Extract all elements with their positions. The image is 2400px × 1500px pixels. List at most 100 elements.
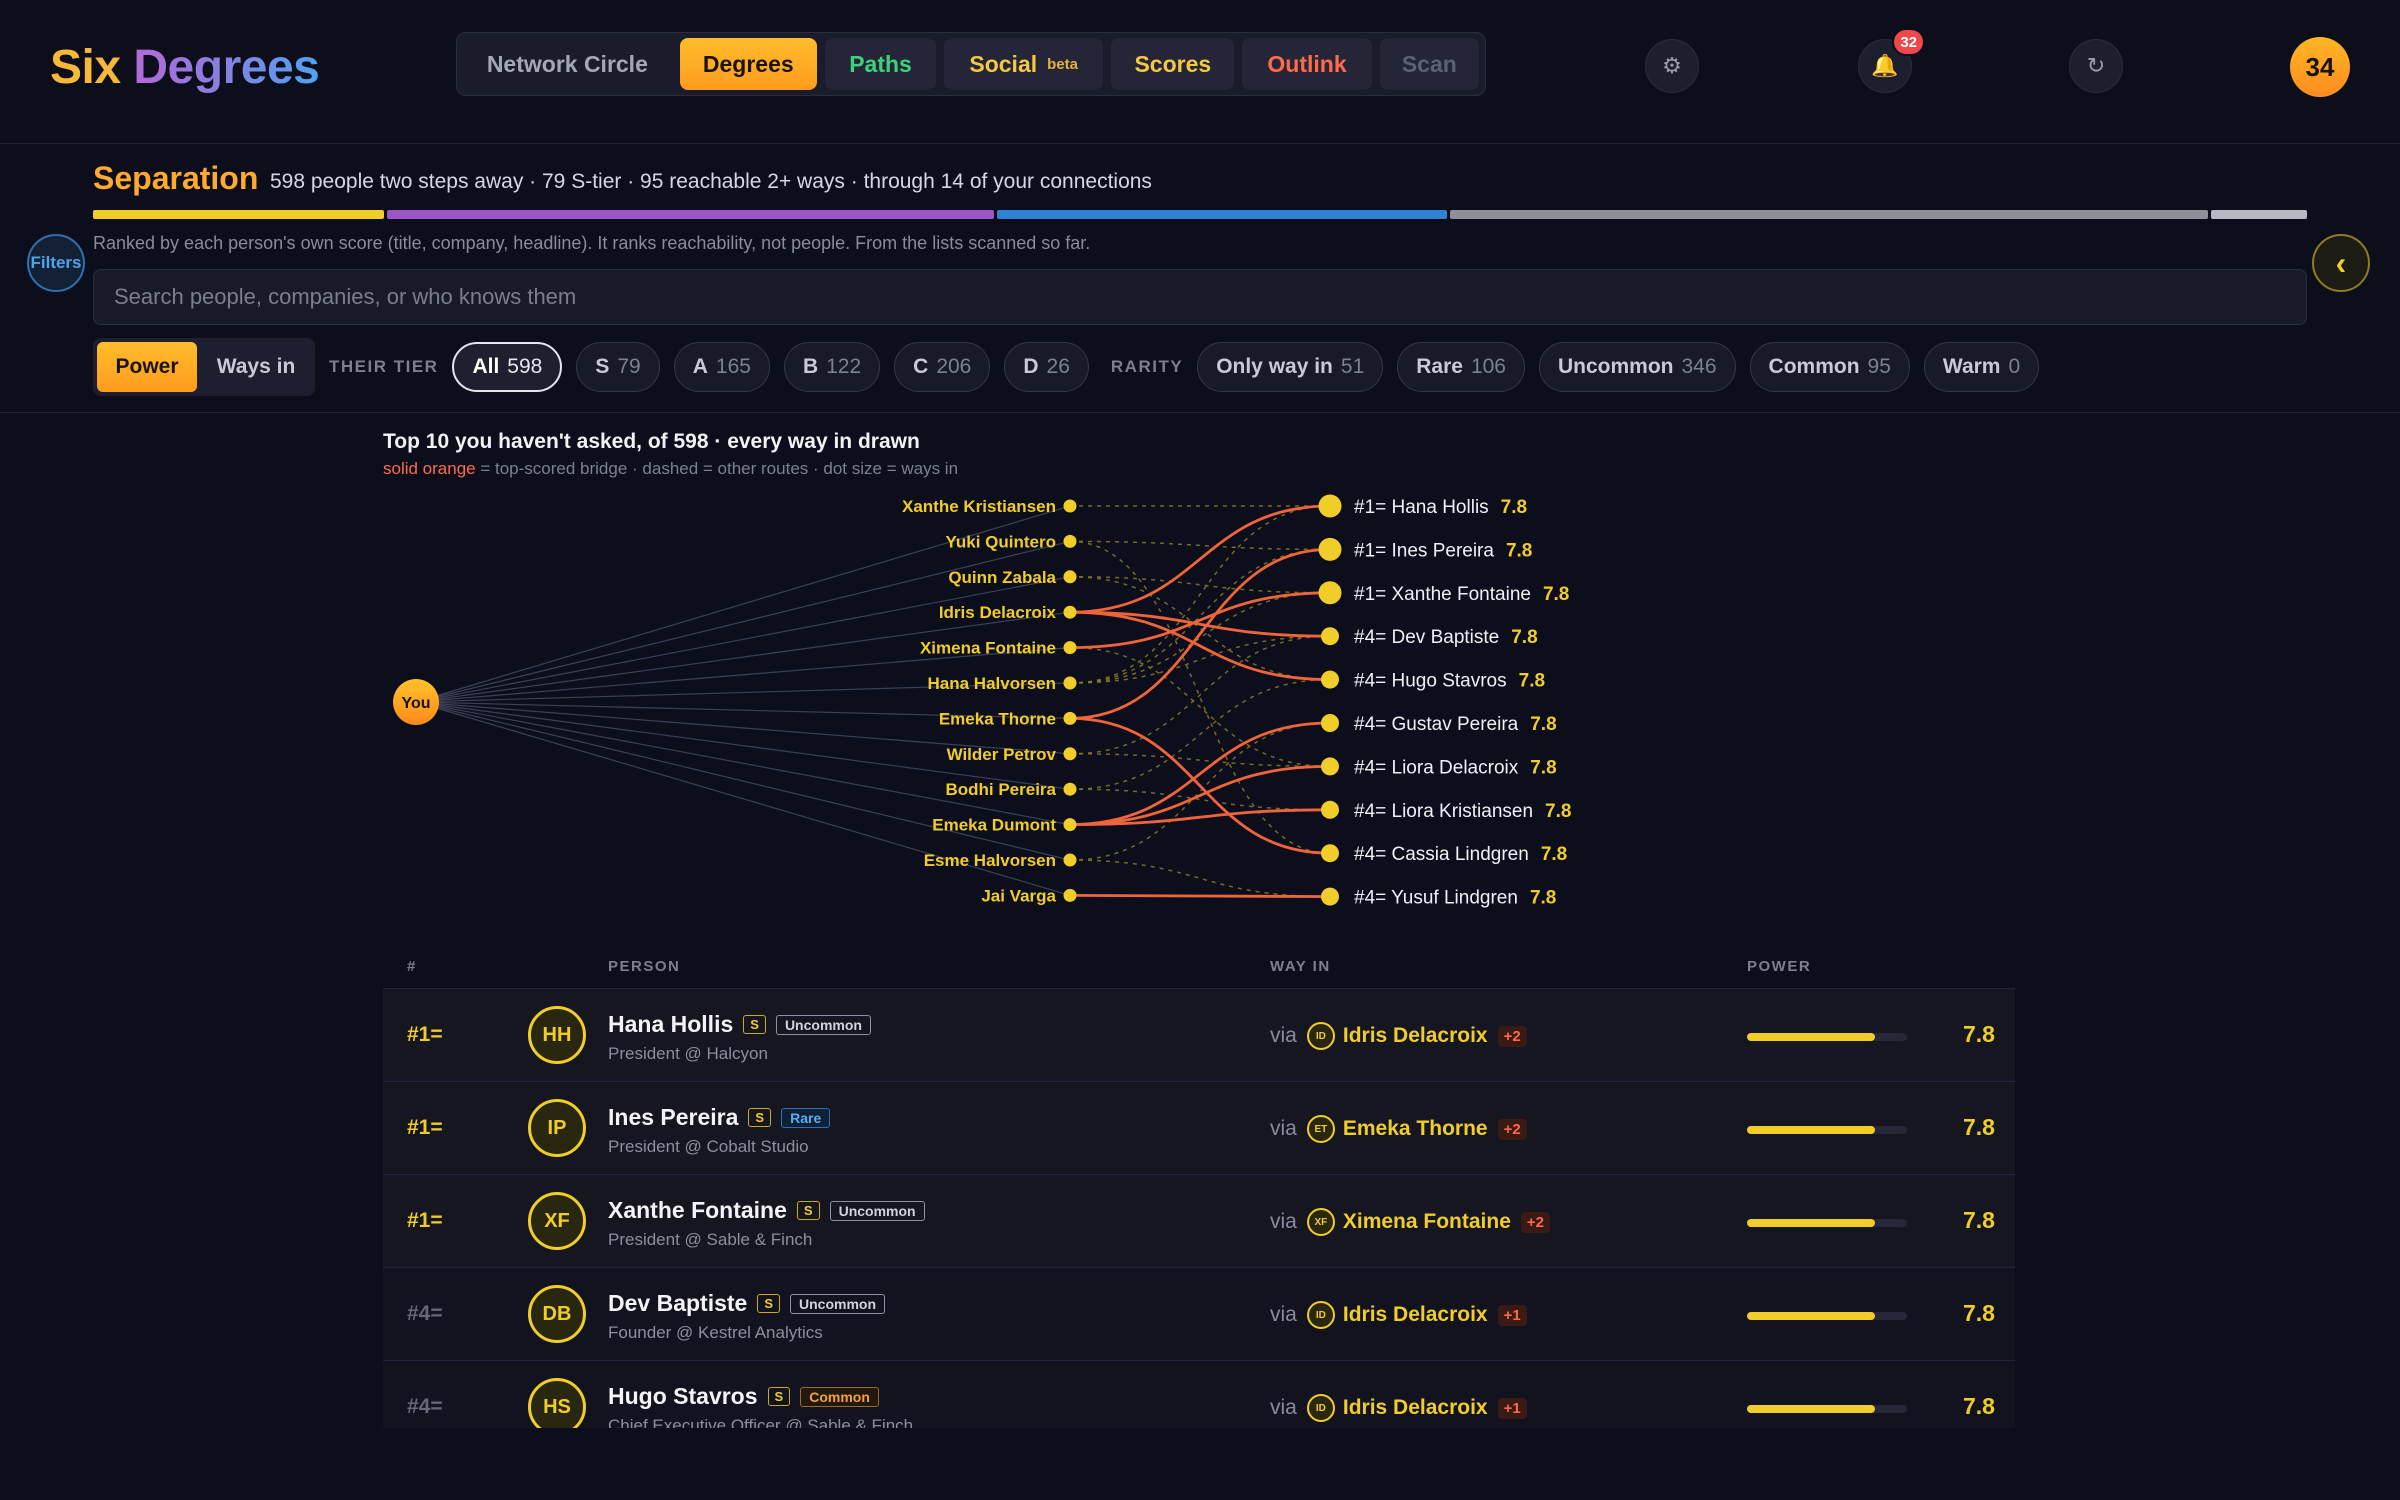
nav-tab-network-circle[interactable]: Network Circle xyxy=(463,38,672,90)
avatar[interactable]: DB xyxy=(528,1285,586,1343)
tier-badge: S xyxy=(743,1015,766,1034)
rarity-filter-chips: Only way in 51 Rare 106 Uncommon 346 Common 95 W… xyxy=(1197,342,2053,392)
tier-chip-b[interactable]: B 122 xyxy=(783,342,881,392)
avatar[interactable]: IP xyxy=(528,1099,586,1157)
collapse-panel-button[interactable]: ‹ xyxy=(2312,234,2370,292)
extra-ways-badge[interactable]: +1 xyxy=(1497,1304,1527,1326)
bridge-avatar: ID xyxy=(1306,1394,1335,1422)
nav-tab-degrees[interactable]: Degrees xyxy=(679,38,817,90)
app-logo[interactable]: Six Degrees xyxy=(50,40,320,95)
table-header: # PERSON WAY IN POWER xyxy=(383,954,2015,988)
filters-button[interactable]: Filters xyxy=(27,234,85,292)
target-label: #4= Gustav Pereira 7.8 xyxy=(1354,714,1557,735)
target-node xyxy=(1318,494,1342,518)
refresh-button[interactable]: ↻ xyxy=(2069,39,2123,93)
nav-tab-social[interactable]: Social beta xyxy=(944,38,1104,90)
beta-badge: beta xyxy=(1047,55,1078,73)
via-label: via xyxy=(1270,1210,1297,1233)
extra-ways-badge[interactable]: +1 xyxy=(1497,1397,1527,1419)
row-rank: #1= xyxy=(407,1209,443,1232)
power-bar xyxy=(1747,1219,1907,1227)
table-row[interactable]: #4= DB Dev Baptiste S Uncommon Founder @ Kest… xyxy=(383,1267,2015,1360)
bridge-node xyxy=(1063,641,1077,655)
chip-label: A xyxy=(692,355,708,378)
dashed-route xyxy=(1069,859,1331,898)
nav-tab-scan[interactable]: Scan xyxy=(1379,38,1480,90)
search-input[interactable] xyxy=(93,269,2307,325)
way-in: via ID Idris Delacroix +1 xyxy=(1270,1394,1527,1422)
bridge-label: Jai Varga xyxy=(981,886,1056,905)
tier-bar-segment-d xyxy=(2211,210,2307,219)
rarity-chip-rare[interactable]: Rare 106 xyxy=(1397,342,1525,392)
person-name[interactable]: Dev Baptiste xyxy=(608,1290,747,1317)
tier-chip-c[interactable]: C 206 xyxy=(894,342,991,392)
chip-count: 122 xyxy=(826,355,862,378)
graph-legend: solid orange = top-scored bridge · dashe… xyxy=(383,459,958,479)
tier-filter-chips: All 598 S 79 A 165 B 122 C 206 D 26 xyxy=(452,342,1102,392)
person-name[interactable]: Xanthe Fontaine xyxy=(608,1197,787,1224)
extra-ways-badge[interactable]: +2 xyxy=(1497,1118,1527,1140)
tier-chip-s[interactable]: S 79 xyxy=(576,342,660,392)
via-label: via xyxy=(1270,1024,1297,1047)
tier-bar-segment-c xyxy=(1449,210,2209,219)
rarity-chip-warm[interactable]: Warm 0 xyxy=(1923,342,2040,392)
extra-ways-badge[interactable]: +2 xyxy=(1520,1211,1550,1233)
bridge-name[interactable]: Ximena Fontaine xyxy=(1343,1210,1511,1234)
sort-toggle: Power Ways in xyxy=(93,338,315,396)
person-role: Chief Executive Officer @ Sable & Finch xyxy=(608,1416,914,1428)
bridge-name[interactable]: Emeka Thorne xyxy=(1343,1117,1488,1141)
rarity-chip-only-way-in[interactable]: Only way in 51 xyxy=(1197,342,1384,392)
target-name: #4= Hugo Stavros xyxy=(1354,671,1507,692)
nav-tab-outlink[interactable]: Outlink xyxy=(1242,38,1372,90)
separation-summary: 598 people two steps away · 79 S-tier · … xyxy=(270,170,1152,193)
way-in: via XF Ximena Fontaine +2 xyxy=(1270,1208,1550,1236)
nav-tab-paths[interactable]: Paths xyxy=(824,38,937,90)
bridge-avatar: ID xyxy=(1306,1301,1335,1329)
dashed-route xyxy=(1069,540,1331,854)
paths-graph: You Xanthe Kristiansen Yuki Quintero Quinn … xyxy=(393,494,1571,909)
user-avatar[interactable]: 34 xyxy=(2290,37,2350,97)
chip-label: Rare xyxy=(1416,355,1463,378)
rarity-chip-common[interactable]: Common 95 xyxy=(1749,342,1910,392)
top-bar: Six Degrees Network Circle Degrees Paths… xyxy=(0,0,2400,144)
bridge-node xyxy=(1063,499,1077,513)
target-score: 7.8 xyxy=(1506,540,1532,561)
notifications-button[interactable]: 🔔 32 xyxy=(1858,28,1925,93)
chip-count: 346 xyxy=(1681,355,1717,378)
chip-count: 106 xyxy=(1470,355,1506,378)
tier-chip-all[interactable]: All 598 xyxy=(452,342,563,392)
power-value: 7.8 xyxy=(1963,1021,1995,1047)
avatar[interactable]: HH xyxy=(528,1006,586,1064)
person-name[interactable]: Hugo Stavros xyxy=(608,1383,758,1410)
sort-power-button[interactable]: Power xyxy=(97,342,197,392)
chip-count: 95 xyxy=(1867,355,1891,378)
bridge-name[interactable]: Idris Delacroix xyxy=(1343,1396,1488,1420)
tier-chip-a[interactable]: A 165 xyxy=(673,342,770,392)
avatar[interactable]: XF xyxy=(528,1192,586,1250)
solid-bridge-route xyxy=(1069,591,1331,649)
row-rank: #1= xyxy=(407,1023,443,1046)
table-row[interactable]: #1= HH Hana Hollis S Uncommon President @ Hal… xyxy=(383,988,2015,1081)
chip-count: 79 xyxy=(617,355,641,378)
table-row[interactable]: #4= HS Hugo Stavros S Common Chief Executive … xyxy=(383,1360,2015,1428)
target-name: #1= Ines Pereira xyxy=(1354,540,1494,561)
bridge-name[interactable]: Idris Delacroix xyxy=(1343,1303,1488,1327)
nav-tab-scores[interactable]: Scores xyxy=(1111,38,1235,90)
settings-button[interactable]: ⚙ xyxy=(1645,39,1699,93)
filter-row: Power Ways in THEIR TIER All 598 S 79 A 165 B 1… xyxy=(93,338,2053,396)
rarity-chip-uncommon[interactable]: Uncommon 346 xyxy=(1539,342,1736,392)
tier-chip-d[interactable]: D 26 xyxy=(1004,342,1089,392)
target-name: #1= Hana Hollis xyxy=(1354,497,1489,518)
person-name[interactable]: Ines Pereira xyxy=(608,1104,738,1131)
bridge-name[interactable]: Idris Delacroix xyxy=(1343,1024,1488,1048)
extra-ways-badge[interactable]: +2 xyxy=(1497,1025,1527,1047)
sort-ways-in-button[interactable]: Ways in xyxy=(201,342,311,392)
person-name[interactable]: Hana Hollis xyxy=(608,1011,733,1038)
avatar[interactable]: HS xyxy=(528,1378,586,1428)
bridge-label: Emeka Dumont xyxy=(932,816,1056,835)
bridge-avatar: ID xyxy=(1306,1022,1335,1050)
table-row[interactable]: #1= IP Ines Pereira S Rare President @ Cobalt… xyxy=(383,1081,2015,1174)
chip-label: Warm xyxy=(1942,355,2001,378)
table-row[interactable]: #1= XF Xanthe Fontaine S Uncommon President @… xyxy=(383,1174,2015,1267)
solid-bridge-route xyxy=(1069,548,1331,720)
